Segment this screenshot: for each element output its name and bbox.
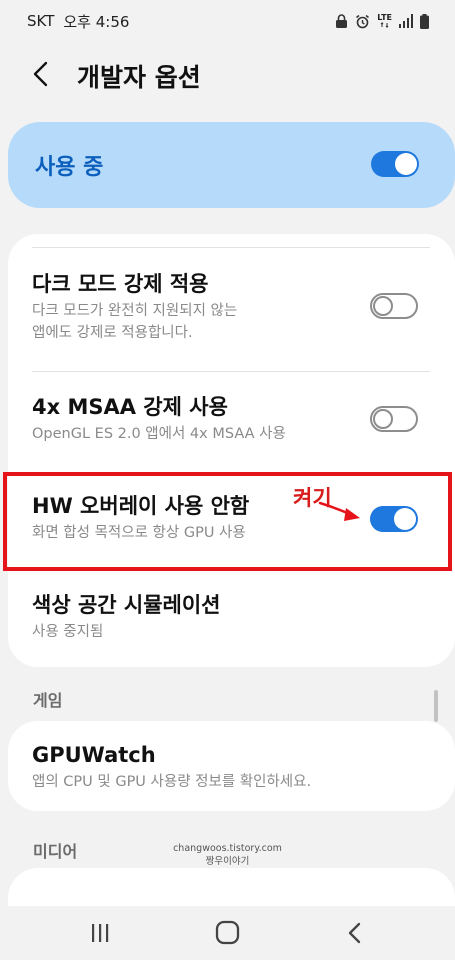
status-bar: SKT 오후 4:56 LTE bbox=[0, 0, 455, 42]
lte-label: LTE bbox=[377, 13, 392, 22]
force-4x-msaa-toggle[interactable] bbox=[370, 406, 418, 432]
setting-title: 다크 모드 강제 적용 bbox=[32, 272, 209, 296]
battery-icon bbox=[420, 13, 429, 29]
lock-icon bbox=[335, 13, 348, 29]
summary-line: 앱에도 강제로 적용합니다. bbox=[32, 325, 193, 341]
setting-title: 4x MSAA 강제 사용 bbox=[32, 395, 228, 419]
page-title: 개발자 옵션 bbox=[77, 63, 201, 92]
disable-hw-overlays-toggle[interactable] bbox=[370, 506, 418, 532]
alarm-icon bbox=[355, 14, 370, 29]
summary-line: 다크 모드가 완전히 지원되지 않는 bbox=[32, 303, 238, 319]
chevron-left-icon[interactable] bbox=[28, 60, 56, 88]
summary-line: 화면 합성 목적으로 항상 GPU 사용 bbox=[32, 525, 246, 541]
watermark: changwoos.tistory.com 짱우이야기 bbox=[0, 842, 455, 868]
carrier-label: SKT bbox=[27, 12, 55, 30]
back-icon[interactable] bbox=[339, 918, 371, 948]
status-left: SKT 오후 4:56 bbox=[27, 11, 129, 32]
lte-icon: LTE bbox=[377, 14, 392, 28]
status-icons: LTE bbox=[335, 13, 429, 29]
setting-disable-hw-overlays[interactable]: HW 오버레이 사용 안함 화면 합성 목적으로 항상 GPU 사용 bbox=[8, 492, 455, 544]
setting-force-4x-msaa[interactable]: 4x MSAA 강제 사용 OpenGL ES 2.0 앱에서 4x MSAA … bbox=[8, 393, 455, 445]
setting-title: 색상 공간 시뮬레이션 bbox=[32, 593, 221, 617]
master-switch-label: 사용 중 bbox=[35, 155, 104, 180]
settings-card-media bbox=[8, 868, 455, 908]
setting-gpuwatch[interactable]: GPUWatch 앱의 CPU 및 GPU 사용량 정보를 확인하세요. bbox=[8, 741, 455, 793]
navigation-bar bbox=[0, 906, 455, 960]
master-toggle[interactable] bbox=[371, 151, 419, 177]
summary-line: 사용 중지됨 bbox=[32, 624, 104, 640]
app-header: 개발자 옵션 bbox=[0, 48, 455, 100]
summary-line: OpenGL ES 2.0 앱에서 4x MSAA 사용 bbox=[32, 426, 286, 442]
status-time: 오후 4:56 bbox=[63, 12, 130, 31]
setting-summary: OpenGL ES 2.0 앱에서 4x MSAA 사용 bbox=[32, 423, 365, 445]
watermark-url: changwoos.tistory.com bbox=[173, 843, 282, 854]
setting-summary: 사용 중지됨 bbox=[32, 621, 365, 643]
recents-icon[interactable] bbox=[84, 918, 116, 948]
divider bbox=[32, 247, 430, 248]
section-header-game: 게임 bbox=[33, 691, 63, 710]
setting-summary: 화면 합성 목적으로 항상 GPU 사용 bbox=[32, 522, 365, 544]
signal-icon bbox=[399, 14, 413, 28]
annotation-arrow-icon bbox=[318, 500, 364, 530]
scrollbar-thumb[interactable] bbox=[434, 690, 438, 722]
settings-card-game: GPUWatch 앱의 CPU 및 GPU 사용량 정보를 확인하세요. bbox=[8, 721, 455, 811]
setting-simulate-color-space[interactable]: 색상 공간 시뮬레이션 사용 중지됨 bbox=[8, 591, 455, 643]
setting-title: GPUWatch bbox=[32, 743, 156, 767]
setting-summary: 다크 모드가 완전히 지원되지 않는 앱에도 강제로 적용합니다. bbox=[32, 300, 365, 344]
home-icon[interactable] bbox=[212, 918, 244, 948]
developer-options-master-switch[interactable]: 사용 중 bbox=[8, 122, 455, 208]
setting-summary: 앱의 CPU 및 GPU 사용량 정보를 확인하세요. bbox=[32, 774, 312, 790]
settings-card-rendering: 다크 모드 강제 적용 다크 모드가 완전히 지원되지 않는 앱에도 강제로 적… bbox=[8, 234, 455, 667]
setting-force-dark-mode[interactable]: 다크 모드 강제 적용 다크 모드가 완전히 지원되지 않는 앱에도 강제로 적… bbox=[8, 270, 455, 344]
force-dark-mode-toggle[interactable] bbox=[370, 293, 418, 319]
watermark-name: 짱우이야기 bbox=[205, 856, 250, 867]
divider bbox=[32, 371, 430, 372]
